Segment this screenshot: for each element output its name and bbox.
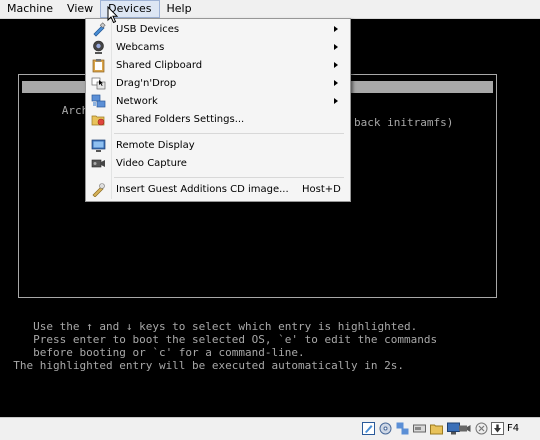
menu-view[interactable]: View [60,0,100,18]
menu-item-label: Shared Folders Settings... [116,114,245,125]
mouse-pointer-icon [107,6,119,24]
boot-help-text: Use the ↑ and ↓ keys to select which ent… [0,320,540,372]
menu-bar: Machine View Devices Help [0,0,540,19]
menu-item-label: Drag'n'Drop [116,78,177,89]
menu-item-drag-n-drop[interactable]: Drag'n'Drop [88,75,348,92]
menu-help[interactable]: Help [160,0,199,18]
shared-folder-status-icon[interactable] [430,422,443,435]
help-line: Use the ↑ and ↓ keys to select which ent… [0,320,418,333]
mouse-integration-status-icon[interactable] [475,422,488,435]
video-capture-icon [91,159,105,168]
menu-item-video-capture[interactable]: Video Capture [88,155,348,172]
menu-item-label: Remote Display [116,140,195,151]
submenu-arrow-icon [334,62,338,68]
menu-separator [114,177,344,178]
help-line: before booting or `c' for a command-line… [0,346,305,359]
clipboard-icon [92,59,105,73]
submenu-arrow-icon [334,26,338,32]
drag-drop-icon [91,77,106,90]
usb-icon [93,22,106,37]
menu-item-webcams[interactable]: Webcams [88,39,348,56]
help-line: Press enter to boot the selected OS, `e'… [0,333,438,346]
menu-item-insert-guest-additions[interactable]: Insert Guest Additions CD image... Host+… [88,181,348,198]
status-bar: F4 [0,417,540,440]
menu-item-label: USB Devices [116,24,180,35]
boot-entry-tail: back initramfs) [354,116,454,129]
hard-disk-status-icon[interactable] [413,422,426,435]
menu-item-remote-display[interactable]: Remote Display [88,137,348,154]
submenu-arrow-icon [334,80,338,86]
menu-machine[interactable]: Machine [0,0,60,18]
menu-item-label: Insert Guest Additions CD image... [116,184,289,195]
network-icon [91,94,106,108]
usb-status-icon[interactable] [362,422,375,435]
menu-item-usb-devices[interactable]: USB Devices [88,21,348,38]
menu-item-network[interactable]: Network [88,93,348,110]
network-status-icon[interactable] [396,422,409,435]
host-key-label: F4 [507,423,520,434]
menu-item-label: Webcams [116,42,165,53]
optical-drive-status-icon[interactable] [379,422,392,435]
menu-item-shared-folders-settings[interactable]: Shared Folders Settings... [88,111,348,128]
menu-item-shortcut: Host+D [302,184,341,195]
menu-item-shared-clipboard[interactable]: Shared Clipboard [88,57,348,74]
submenu-arrow-icon [334,44,338,50]
submenu-arrow-icon [334,98,338,104]
menu-separator [114,133,344,134]
video-capture-status-icon[interactable] [458,422,471,435]
devices-menu: USB Devices Webcams Shared Clipboard Dra… [85,18,351,202]
shared-folders-icon [91,115,105,126]
remote-display-icon [91,139,106,152]
host-key-arrow-icon[interactable] [491,422,504,435]
cd-icon [92,183,105,197]
webcam-icon [93,40,104,54]
menu-item-label: Network [116,96,158,107]
menu-item-label: Video Capture [116,158,187,169]
menu-item-label: Shared Clipboard [116,60,203,71]
help-line: The highlighted entry will be executed a… [0,359,404,372]
